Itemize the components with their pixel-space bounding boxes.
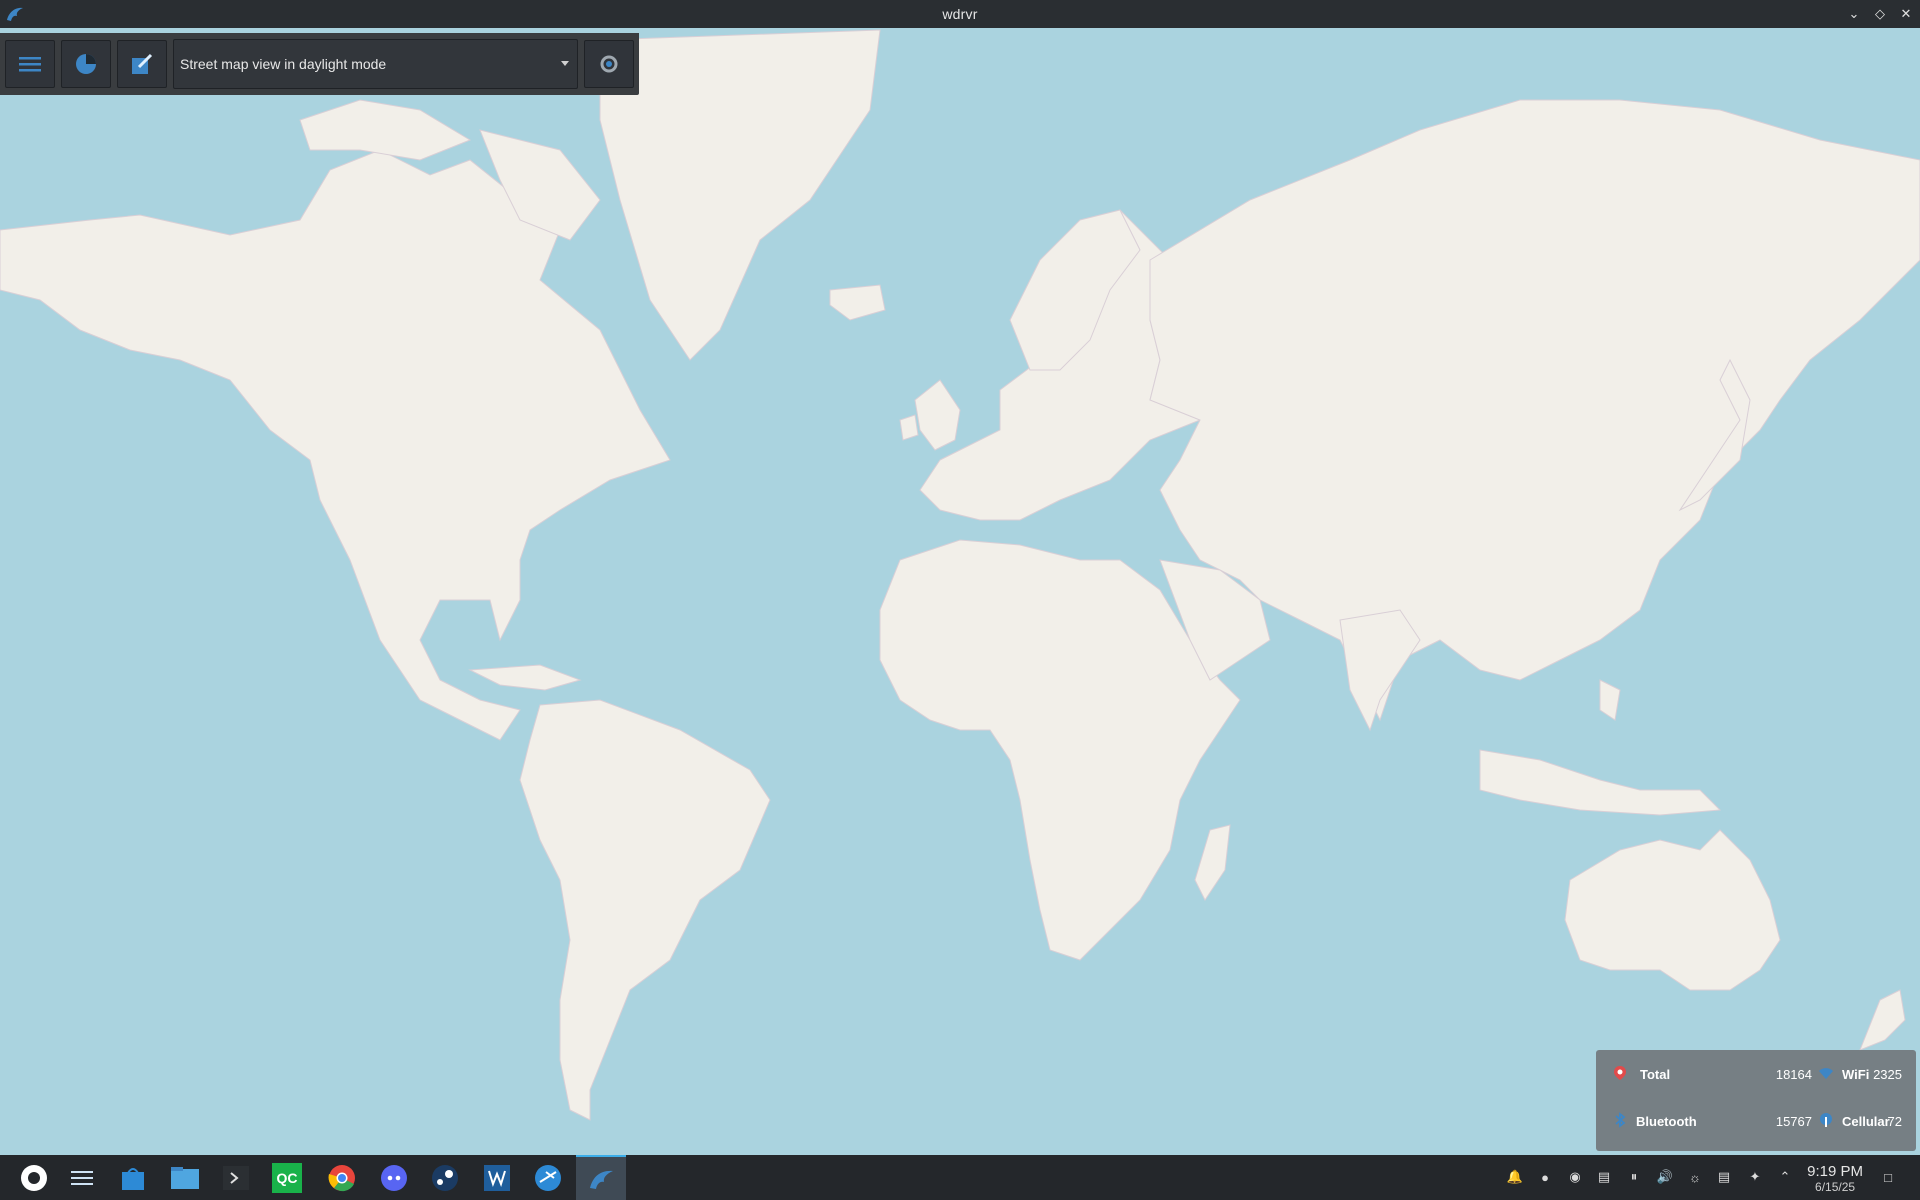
settings-sliders-icon	[71, 1170, 93, 1185]
plane-icon	[535, 1164, 561, 1191]
world-map[interactable]	[0, 28, 1920, 1155]
bluetooth-label: Bluetooth	[1636, 1114, 1697, 1129]
landmass-indonesia	[1479, 749, 1722, 816]
map-mode-dropdown[interactable]: Street map view in daylight mode	[173, 39, 578, 89]
window-titlebar: wdrvr ⌄ ◇ ✕	[0, 0, 1920, 28]
wdrvr-app-icon	[7, 7, 23, 21]
notifications-icon[interactable]: 🔔	[1507, 1169, 1523, 1185]
clock-time: 9:19 PM	[1807, 1163, 1863, 1180]
show-desktop-icon[interactable]: □	[1880, 1169, 1896, 1185]
landmass-caribbean	[468, 664, 582, 691]
clipboard-icon[interactable]: ▤	[1596, 1169, 1612, 1185]
folder-icon	[171, 1166, 199, 1189]
volume-icon[interactable]: 🔊	[1657, 1169, 1673, 1185]
wifi-icon	[1819, 1068, 1833, 1079]
konsole-task[interactable]	[211, 1155, 261, 1200]
network-icon[interactable]: ▤	[1716, 1169, 1732, 1185]
bluetooth-icon	[1615, 1112, 1626, 1128]
kdeconnect-task[interactable]	[523, 1155, 573, 1200]
edit-icon	[132, 53, 153, 74]
vm-app-task[interactable]	[472, 1155, 522, 1200]
qc-app-task[interactable]: QC	[262, 1155, 312, 1200]
cellular-value: 72	[1887, 1114, 1902, 1129]
hamburger-icon	[19, 57, 41, 72]
qc-icon: QC	[272, 1162, 302, 1193]
landmass-ireland	[899, 414, 919, 441]
location-pin-icon	[1614, 1066, 1626, 1080]
total-label: Total	[1640, 1067, 1671, 1082]
minimize-icon[interactable]: ⌄	[1846, 6, 1862, 22]
menu-button[interactable]	[5, 40, 55, 88]
discord-icon	[381, 1164, 407, 1191]
kdeconnect-tray-icon[interactable]: ✦	[1747, 1169, 1763, 1185]
discord-tray-icon[interactable]: ●	[1537, 1169, 1553, 1185]
map-toolbar: Street map view in daylight mode	[0, 33, 639, 95]
map-mode-selected: Street map view in daylight mode	[180, 56, 387, 72]
close-icon[interactable]: ✕	[1898, 6, 1914, 22]
brightness-icon[interactable]: ☼	[1687, 1169, 1703, 1185]
landmass-philippines	[1599, 679, 1621, 721]
statistics-panel: Total 18164 WiFi 2325 Bluetooth 15767 Ce…	[1596, 1050, 1916, 1151]
landmass-madagascar	[1194, 824, 1231, 901]
discord-task[interactable]	[369, 1155, 419, 1200]
landmass-uk	[914, 379, 961, 451]
clock[interactable]: 9:19 PM 6/15/25	[1807, 1163, 1863, 1194]
landmass-australia	[1564, 829, 1781, 991]
statistics-button[interactable]	[61, 40, 111, 88]
launcher-icon	[21, 1164, 47, 1191]
maximize-icon[interactable]: ◇	[1872, 6, 1888, 22]
steam-task[interactable]	[420, 1155, 470, 1200]
terminal-icon	[223, 1165, 249, 1190]
bluetooth-value: 15767	[1775, 1114, 1812, 1129]
landmass-south-america	[519, 699, 771, 1121]
map-canvas	[0, 29, 1920, 1121]
edit-button[interactable]	[117, 40, 167, 88]
file-manager-task[interactable]	[160, 1155, 210, 1200]
wdrvr-task[interactable]	[576, 1155, 626, 1200]
taskbar: QC 🔔 ● ◉ ▤ ⏸ 🔊 ☼ ▤ ✦ ⌃ 9:19 PM 6/15/25 □	[0, 1155, 1920, 1200]
window-title: wdrvr	[942, 6, 978, 22]
media-pause-icon[interactable]: ⏸	[1626, 1169, 1642, 1185]
landmass-iceland	[829, 284, 886, 321]
cellular-icon	[1820, 1113, 1832, 1127]
chrome-icon	[328, 1164, 355, 1191]
app-launcher-button[interactable]	[9, 1155, 59, 1200]
qc-icon-label: QC	[276, 1169, 298, 1186]
settings-button[interactable]	[584, 40, 634, 88]
system-settings-task[interactable]	[57, 1155, 107, 1200]
pie-chart-icon	[76, 54, 96, 74]
chrome-task[interactable]	[317, 1155, 367, 1200]
vm-icon	[484, 1164, 510, 1191]
wdrvr-icon	[590, 1170, 613, 1189]
wifi-value: 2325	[1873, 1067, 1902, 1082]
total-value: 18164	[1775, 1067, 1812, 1082]
landmass-arctic-islands	[299, 99, 472, 161]
steam-icon	[432, 1164, 458, 1191]
discover-store-task[interactable]	[108, 1155, 158, 1200]
clock-date: 6/15/25	[1815, 1180, 1856, 1194]
chevron-up-icon[interactable]: ⌃	[1777, 1169, 1793, 1185]
store-bag-icon	[122, 1167, 144, 1190]
steam-tray-icon[interactable]: ◉	[1567, 1169, 1583, 1185]
chevron-down-icon	[561, 61, 569, 66]
gear-icon	[600, 55, 618, 73]
landmass-new-zealand	[1859, 989, 1906, 1051]
